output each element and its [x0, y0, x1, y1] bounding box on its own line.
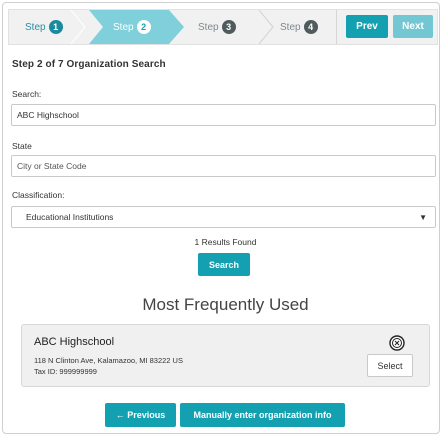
state-input[interactable]: [11, 155, 436, 177]
manual-entry-button[interactable]: Manually enter organization info: [180, 403, 345, 427]
previous-button[interactable]: ← Previous: [105, 403, 176, 427]
results-count: 1 Results Found: [194, 237, 257, 247]
step-1[interactable]: Step 1: [25, 10, 63, 44]
organization-address: 118 N Clinton Ave, Kalamazoo, MI 83222 U…: [34, 356, 183, 365]
state-label: State: [12, 141, 32, 151]
step-4-number-badge: 4: [303, 20, 318, 34]
search-input[interactable]: [11, 104, 436, 126]
classification-selected-value: Educational Institutions: [26, 212, 114, 222]
step-2-number-badge: 2: [136, 20, 151, 34]
step-separator-3: [258, 10, 274, 44]
step-4-label: Step: [280, 21, 301, 33]
step-3-label: Step: [198, 21, 219, 33]
main-panel: Step 1 Step 2 Step 3 Step 4 Prev Next St…: [2, 2, 440, 434]
organization-tax-id: Tax ID: 999999999: [34, 367, 97, 376]
seal-icon: [389, 335, 405, 351]
next-button[interactable]: Next: [393, 15, 433, 38]
prev-button[interactable]: Prev: [346, 15, 388, 38]
organization-card: ABC Highschool 118 N Clinton Ave, Kalama…: [21, 324, 430, 387]
step-3-number-badge: 3: [221, 20, 236, 34]
step-3[interactable]: Step 3: [198, 10, 236, 44]
classification-label: Classification:: [12, 190, 65, 200]
chevron-down-icon: ▼: [419, 213, 427, 222]
stepbar-divider: [336, 10, 337, 44]
classification-select[interactable]: Educational Institutions ▼: [11, 206, 436, 228]
page-heading: Step 2 of 7 Organization Search: [12, 59, 166, 70]
step-separator-1: [70, 10, 86, 44]
step-1-number-badge: 1: [48, 20, 63, 34]
step-bar: Step 1 Step 2 Step 3 Step 4 Prev Next: [8, 9, 438, 45]
organization-name: ABC Highschool: [34, 336, 115, 348]
search-label: Search:: [12, 89, 42, 99]
select-organization-button[interactable]: Select: [367, 354, 413, 377]
step-2[interactable]: Step 2: [113, 10, 151, 44]
search-button[interactable]: Search: [198, 253, 250, 276]
step-2-label: Step: [113, 21, 134, 33]
most-frequently-used-title: Most Frequently Used: [142, 295, 309, 314]
step-4[interactable]: Step 4: [280, 10, 318, 44]
step-1-label: Step: [25, 21, 46, 33]
